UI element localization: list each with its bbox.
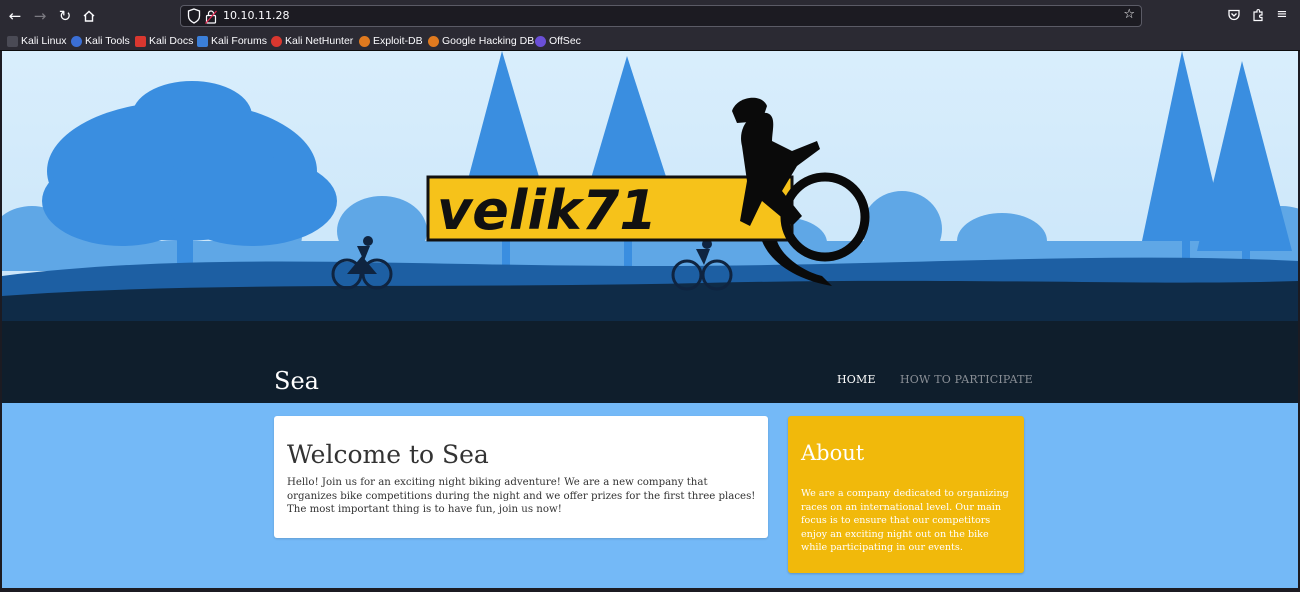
about-heading: About xyxy=(801,441,865,465)
window-bottom-border xyxy=(0,588,1300,592)
back-icon[interactable]: ← xyxy=(4,5,26,27)
browser-toolbar: ← → ↻ 10.10.11.28 ☆ ≡ xyxy=(0,0,1300,31)
home-icon[interactable] xyxy=(78,5,100,27)
menu-icon[interactable]: ≡ xyxy=(1272,5,1292,25)
bookmark-kali-linux[interactable]: Kali Linux xyxy=(7,33,67,49)
bookmark-kali-forums[interactable]: Kali Forums xyxy=(197,33,267,49)
ghdb-icon xyxy=(428,35,439,47)
reload-icon[interactable]: ↻ xyxy=(54,5,76,27)
bookmark-offsec[interactable]: OffSec xyxy=(535,33,581,49)
about-text: We are a company dedicated to organizing… xyxy=(801,488,1009,553)
kali-tools-icon xyxy=(71,35,82,47)
site-title[interactable]: Sea xyxy=(274,367,319,395)
nethunter-icon xyxy=(271,35,282,47)
hero-banner: velik71 Sea HOME HOW TO PARTICIPATE xyxy=(2,51,1298,403)
extensions-icon[interactable] xyxy=(1248,5,1268,25)
welcome-card: Welcome to Sea Hello! Join us for an exc… xyxy=(274,416,768,538)
velik71-logo: velik71 xyxy=(426,175,794,242)
bookmark-exploit-db[interactable]: Exploit-DB xyxy=(359,33,423,49)
web-page: velik71 Sea HOME HOW TO PARTICIPATE Welc… xyxy=(2,51,1298,588)
forward-icon[interactable]: → xyxy=(29,5,51,27)
insecure-lock-icon[interactable] xyxy=(205,9,217,24)
bookmarks-bar: Kali Linux Kali Tools Kali Docs Kali For… xyxy=(0,31,1300,51)
kali-forums-icon xyxy=(197,35,208,47)
logo-text: velik71 xyxy=(437,179,657,242)
about-card: About We are a company dedicated to orga… xyxy=(788,416,1024,573)
bookmark-google-hacking-db[interactable]: Google Hacking DB xyxy=(428,33,534,49)
bookmark-star-icon[interactable]: ☆ xyxy=(1123,7,1135,22)
dark-ground xyxy=(2,321,1298,403)
welcome-heading: Welcome to Sea xyxy=(287,440,489,469)
url-bar[interactable]: 10.10.11.28 ☆ xyxy=(180,5,1142,27)
bookmark-kali-nethunter[interactable]: Kali NetHunter xyxy=(271,33,353,49)
kali-dragon-icon xyxy=(7,35,18,47)
tracking-shield-icon[interactable] xyxy=(187,8,201,24)
nav-how-to-participate-link[interactable]: HOW TO PARTICIPATE xyxy=(900,373,1033,386)
welcome-text: Hello! Join us for an exciting night bik… xyxy=(287,477,756,515)
url-text[interactable]: 10.10.11.28 xyxy=(223,9,289,22)
offsec-icon xyxy=(535,35,546,47)
pocket-icon[interactable] xyxy=(1224,5,1244,25)
kali-docs-icon xyxy=(135,35,146,47)
bookmark-kali-tools[interactable]: Kali Tools xyxy=(71,33,130,49)
nav-home-link[interactable]: HOME xyxy=(837,373,876,386)
bookmark-kali-docs[interactable]: Kali Docs xyxy=(135,33,193,49)
hero-illustration: velik71 xyxy=(2,51,1298,403)
exploit-db-icon xyxy=(359,35,370,47)
